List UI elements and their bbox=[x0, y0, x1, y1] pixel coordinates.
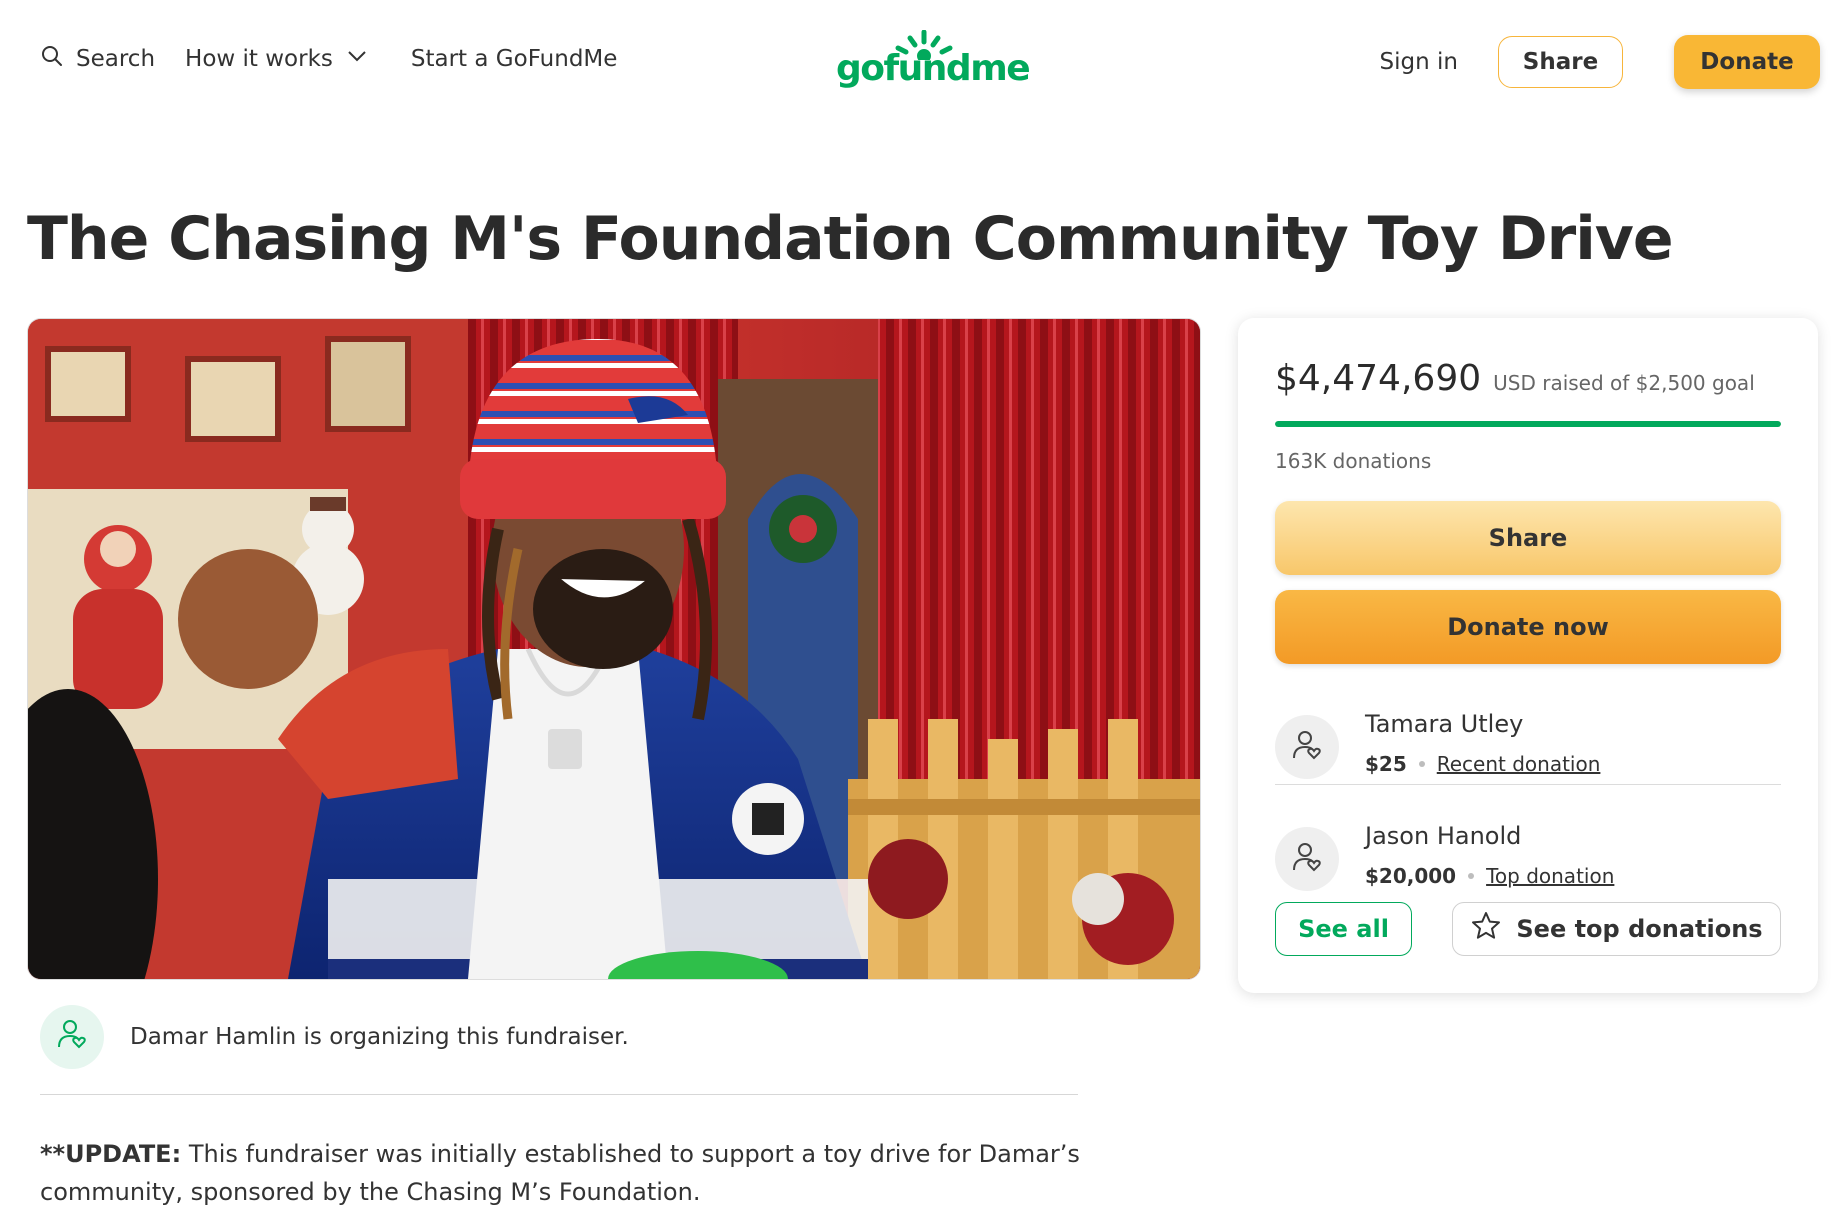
donation-count: 163K donations bbox=[1275, 449, 1432, 473]
separator-dot bbox=[1468, 873, 1475, 879]
organizer-row: Damar Hamlin is organizing this fundrais… bbox=[40, 1005, 629, 1069]
donor-amount: $20,000 bbox=[1365, 864, 1457, 888]
raised-summary: $4,474,690 USD raised of $2,500 goal bbox=[1275, 358, 1755, 399]
fundraiser-hero-image bbox=[27, 318, 1201, 980]
donor-name: Tamara Utley bbox=[1365, 710, 1524, 738]
raised-amount: $4,474,690 bbox=[1275, 358, 1482, 399]
recent-donation-link[interactable]: Recent donation bbox=[1437, 752, 1601, 776]
donor-avatar bbox=[1275, 827, 1339, 891]
donor-divider bbox=[1275, 784, 1781, 785]
header-donate-button[interactable]: Donate bbox=[1674, 35, 1820, 89]
see-all-button[interactable]: See all bbox=[1275, 902, 1412, 956]
donate-now-button[interactable]: Donate now bbox=[1275, 590, 1781, 664]
star-icon bbox=[1470, 910, 1502, 948]
user-heart-icon bbox=[1290, 728, 1324, 766]
see-top-donations-button[interactable]: See top donations bbox=[1452, 902, 1781, 956]
donor-meta: $25 Recent donation bbox=[1365, 752, 1600, 776]
story-update: **UPDATE: This fundraiser was initially … bbox=[40, 1135, 1080, 1211]
donor-avatar bbox=[1275, 715, 1339, 779]
top-donation-link[interactable]: Top donation bbox=[1486, 864, 1614, 888]
raised-goal-text: USD raised of $2,500 goal bbox=[1493, 371, 1755, 395]
organizer-divider bbox=[40, 1094, 1078, 1095]
donor-row: Tamara Utley $25 Recent donation bbox=[1275, 710, 1781, 790]
donor-name: Jason Hanold bbox=[1365, 822, 1522, 850]
gofundme-logo[interactable]: gofundme bbox=[836, 30, 1031, 96]
user-heart-icon bbox=[55, 1017, 89, 1057]
start-gofundme-label: Start a GoFundMe bbox=[410, 46, 618, 72]
how-it-works-label: How it works bbox=[185, 46, 333, 72]
see-top-donations-label: See top donations bbox=[1516, 915, 1763, 943]
search-link[interactable]: Search bbox=[40, 44, 155, 74]
update-bold-label: **UPDATE: bbox=[40, 1140, 182, 1168]
chevron-down-icon bbox=[345, 44, 369, 74]
start-gofundme-link[interactable]: Start a GoFundMe bbox=[411, 46, 618, 72]
user-heart-icon bbox=[1290, 840, 1324, 878]
progress-fill bbox=[1275, 421, 1781, 427]
donor-meta: $20,000 Top donation bbox=[1365, 864, 1614, 888]
organizer-text: Damar Hamlin is organizing this fundrais… bbox=[130, 1024, 629, 1050]
donor-amount: $25 bbox=[1365, 752, 1407, 776]
sign-in-link[interactable]: Sign in bbox=[1380, 49, 1458, 75]
separator-dot bbox=[1418, 761, 1425, 767]
search-icon bbox=[40, 44, 64, 74]
donation-card: $4,474,690 USD raised of $2,500 goal 163… bbox=[1238, 318, 1818, 993]
search-label: Search bbox=[76, 46, 156, 72]
header-share-button[interactable]: Share bbox=[1498, 36, 1623, 88]
organizer-avatar bbox=[40, 1005, 104, 1069]
how-it-works-menu[interactable]: How it works bbox=[185, 44, 369, 74]
header-nav-left: Search How it works Start a GoFundMe bbox=[40, 44, 617, 74]
page-title: The Chasing M's Foundation Community Toy… bbox=[27, 204, 1674, 274]
hero-photo bbox=[28, 319, 1200, 979]
progress-bar bbox=[1275, 421, 1781, 427]
update-text: This fundraiser was initially establishe… bbox=[40, 1140, 1080, 1206]
logo-text: gofundme bbox=[836, 48, 1031, 89]
share-button[interactable]: Share bbox=[1275, 501, 1781, 575]
header-nav-right: Sign in Share Donate bbox=[1380, 35, 1820, 89]
donor-row: Jason Hanold $20,000 Top donation bbox=[1275, 822, 1781, 902]
